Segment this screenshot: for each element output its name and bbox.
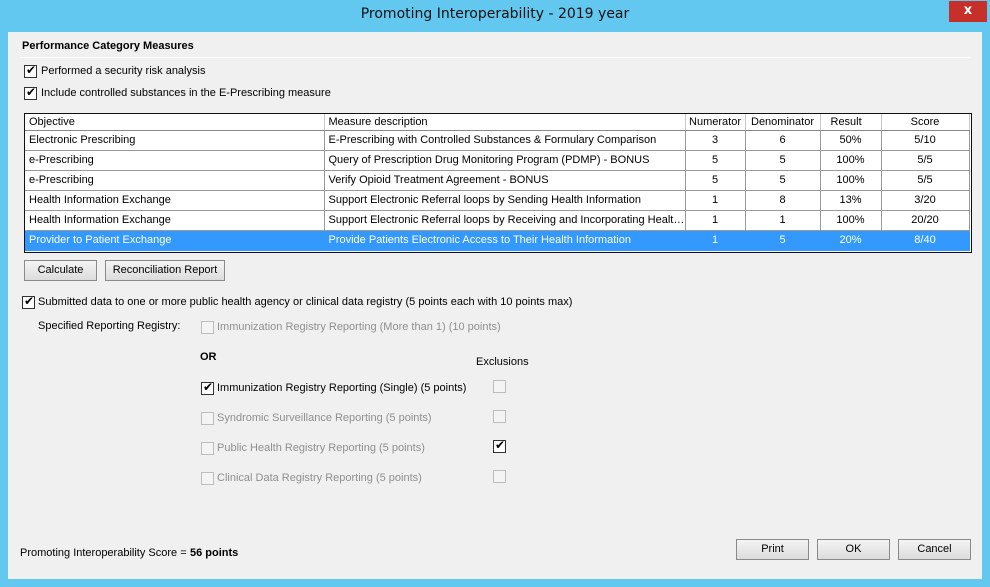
immunization-multiple-label[interactable]: Immunization Registry Reporting (More th…: [217, 321, 501, 333]
cell-objective: e-Prescribing: [25, 170, 325, 191]
cell-objective: Health Information Exchange: [25, 210, 325, 231]
print-button[interactable]: Print: [736, 539, 809, 560]
table-row[interactable]: Health Information Exchange Support Elec…: [25, 190, 970, 211]
cell-result: 50%: [820, 130, 882, 151]
cell-numerator: 1: [685, 190, 746, 211]
immunization-multiple-checkbox[interactable]: [201, 321, 214, 334]
table-row[interactable]: Health Information Exchange Support Elec…: [25, 210, 970, 231]
cell-result: 13%: [820, 190, 882, 211]
or-label: OR: [200, 351, 217, 363]
table-header-row: Objective Measure description Numerator …: [25, 114, 970, 131]
dialog-window: Promoting Interoperability - 2019 year x…: [0, 0, 990, 587]
title-bar[interactable]: Promoting Interoperability - 2019 year x: [0, 0, 990, 32]
submitted-data-checkbox[interactable]: ✔: [22, 294, 35, 309]
public-health-registry-checkbox[interactable]: [201, 442, 214, 455]
security-risk-checkbox[interactable]: ✔: [24, 63, 37, 78]
cell-score: 20/20: [881, 210, 970, 231]
cell-denominator: 5: [745, 150, 821, 171]
check-icon: ✔: [26, 85, 37, 99]
syndromic-surveillance-checkbox[interactable]: [201, 412, 214, 425]
cell-numerator: 5: [685, 150, 746, 171]
cancel-button[interactable]: Cancel: [898, 539, 971, 560]
specified-registry-label: Specified Reporting Registry:: [38, 320, 181, 332]
cell-denominator: 8: [745, 190, 821, 211]
syndromic-surveillance-exclusion-checkbox[interactable]: [493, 410, 506, 423]
cell-score: 5/5: [881, 170, 970, 191]
clinical-data-registry-checkbox[interactable]: [201, 472, 214, 485]
column-header-description[interactable]: Measure description: [324, 114, 686, 131]
cell-numerator: 1: [685, 210, 746, 231]
controlled-substances-label[interactable]: Include controlled substances in the E-P…: [41, 87, 331, 99]
reconciliation-report-button[interactable]: Reconciliation Report: [105, 260, 225, 281]
cell-objective: Health Information Exchange: [25, 190, 325, 211]
check-icon: ✔: [203, 380, 214, 394]
score-value: 56 points: [190, 547, 239, 559]
column-header-score[interactable]: Score: [881, 114, 970, 131]
public-health-registry-label[interactable]: Public Health Registry Reporting (5 poin…: [217, 442, 425, 454]
public-health-registry-exclusion-checkbox[interactable]: ✔: [493, 438, 506, 453]
cell-score: 8/40: [881, 230, 970, 251]
cell-denominator: 6: [745, 130, 821, 151]
cell-result: 20%: [820, 230, 882, 251]
close-button[interactable]: x: [949, 1, 987, 22]
measures-table[interactable]: Objective Measure description Numerator …: [24, 113, 972, 253]
table-row[interactable]: e-Prescribing Query of Prescription Drug…: [25, 150, 970, 171]
clinical-data-registry-label[interactable]: Clinical Data Registry Reporting (5 poin…: [217, 472, 422, 484]
cell-denominator: 5: [745, 230, 821, 251]
dialog-body: Performance Category Measures ✔ Performe…: [8, 32, 982, 579]
ok-button[interactable]: OK: [817, 539, 890, 560]
cell-result: 100%: [820, 210, 882, 231]
close-icon: x: [963, 3, 973, 18]
column-header-denominator[interactable]: Denominator: [745, 114, 821, 131]
section-divider: [20, 57, 970, 58]
check-icon: ✔: [495, 438, 506, 452]
cell-description: Support Electronic Referral loops by Rec…: [324, 210, 686, 231]
cell-score: 5/5: [881, 150, 970, 171]
cell-description: Query of Prescription Drug Monitoring Pr…: [324, 150, 686, 171]
cell-objective: Provider to Patient Exchange: [25, 230, 325, 251]
calculate-button[interactable]: Calculate: [24, 260, 97, 281]
column-header-numerator[interactable]: Numerator: [685, 114, 746, 131]
immunization-single-checkbox[interactable]: ✔: [201, 380, 214, 395]
cell-description: Verify Opioid Treatment Agreement - BONU…: [324, 170, 686, 191]
column-header-objective[interactable]: Objective: [25, 114, 325, 131]
column-header-result[interactable]: Result: [820, 114, 882, 131]
table-row[interactable]: e-Prescribing Verify Opioid Treatment Ag…: [25, 170, 970, 191]
table-row[interactable]: Electronic Prescribing E-Prescribing wit…: [25, 130, 970, 151]
cell-objective: Electronic Prescribing: [25, 130, 325, 151]
section-title: Performance Category Measures: [22, 40, 194, 52]
cell-score: 5/10: [881, 130, 970, 151]
score-label: Promoting Interoperability Score =: [20, 547, 187, 559]
cell-score: 3/20: [881, 190, 970, 211]
cell-objective: e-Prescribing: [25, 150, 325, 171]
cell-numerator: 5: [685, 170, 746, 191]
window-title: Promoting Interoperability - 2019 year: [360, 6, 630, 22]
exclusions-header: Exclusions: [476, 356, 529, 368]
cell-numerator: 1: [685, 230, 746, 251]
security-risk-label[interactable]: Performed a security risk analysis: [41, 65, 205, 77]
submitted-data-label[interactable]: Submitted data to one or more public hea…: [38, 296, 572, 308]
cell-description: E-Prescribing with Controlled Substances…: [324, 130, 686, 151]
controlled-substances-checkbox[interactable]: ✔: [24, 85, 37, 100]
immunization-single-exclusion-checkbox[interactable]: [493, 380, 506, 393]
cell-description: Provide Patients Electronic Access to Th…: [324, 230, 686, 251]
check-icon: ✔: [24, 294, 35, 308]
cell-result: 100%: [820, 150, 882, 171]
cell-numerator: 3: [685, 130, 746, 151]
cell-result: 100%: [820, 170, 882, 191]
syndromic-surveillance-label[interactable]: Syndromic Surveillance Reporting (5 poin…: [217, 412, 432, 424]
cell-denominator: 5: [745, 170, 821, 191]
cell-denominator: 1: [745, 210, 821, 231]
table-row-selected[interactable]: Provider to Patient Exchange Provide Pat…: [25, 230, 970, 251]
immunization-single-label[interactable]: Immunization Registry Reporting (Single)…: [217, 382, 466, 394]
check-icon: ✔: [26, 63, 37, 77]
cell-description: Support Electronic Referral loops by Sen…: [324, 190, 686, 211]
clinical-data-registry-exclusion-checkbox[interactable]: [493, 470, 506, 483]
